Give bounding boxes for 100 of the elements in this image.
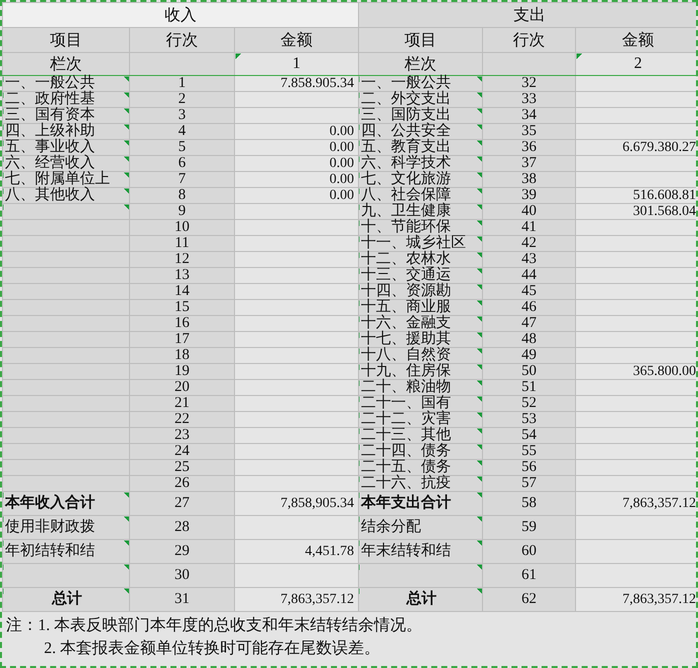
- line-number-cell: 28: [130, 516, 234, 540]
- line-number-cell: 5: [130, 140, 234, 156]
- column-header: 行次: [482, 28, 576, 52]
- item-cell: 二、外交支出: [358, 92, 482, 108]
- note-text: 注：1. 本表反映部门本年度的总收支和年末结转结余情况。: [6, 616, 423, 636]
- note-text: 2. 本套报表金额单位转换时可能存在尾数误差。: [43, 638, 381, 659]
- line-number-cell: 12: [130, 252, 234, 268]
- item-cell: 使用非财政拨: [2, 516, 130, 540]
- item-cell: 一、一般公共: [2, 76, 130, 92]
- line-number-cell: 40: [482, 204, 576, 220]
- line-number-cell: 53: [482, 412, 576, 428]
- line-number-cell: 46: [482, 300, 576, 316]
- line-number-cell: 16: [130, 316, 234, 332]
- line-number-cell: 10: [130, 220, 234, 236]
- column-number: 2: [576, 52, 696, 76]
- item-cell: 三、国防支出: [358, 108, 482, 124]
- item-cell: 结余分配: [358, 516, 482, 540]
- line-number-cell: 41: [482, 220, 576, 236]
- line-number-cell: 26: [130, 476, 234, 492]
- line-number-cell: 2: [130, 92, 234, 108]
- line-number-cell: 47: [482, 316, 576, 332]
- line-number-cell: 27: [130, 492, 234, 516]
- line-number-cell: 20: [130, 380, 234, 396]
- item-cell: 四、公共安全: [358, 124, 482, 140]
- line-number-cell: 14: [130, 284, 234, 300]
- line-number-cell: 34: [482, 108, 576, 124]
- line-number-cell: 17: [130, 332, 234, 348]
- item-cell: 七、文化旅游: [358, 172, 482, 188]
- amount-cell: 7,863,357.12: [576, 588, 696, 612]
- line-number-cell: 24: [130, 444, 234, 460]
- amount-cell: 0.00: [234, 124, 358, 140]
- amount-cell: 0.00: [234, 140, 358, 156]
- line-number-cell: 48: [482, 332, 576, 348]
- item-cell: 十九、住房保: [358, 364, 482, 380]
- column-header: 项目: [358, 28, 482, 52]
- item-cell: 三、国有资本: [2, 108, 130, 124]
- item-cell: 十六、金融支: [358, 316, 482, 332]
- item-cell: 二十五、债务: [358, 460, 482, 476]
- item-cell: 九、卫生健康: [358, 204, 482, 220]
- line-number-cell: 8: [130, 188, 234, 204]
- item-cell: 七、附属单位上: [2, 172, 130, 188]
- amount-cell: 0.00: [234, 188, 358, 204]
- item-cell: 二十、粮油物: [358, 380, 482, 396]
- amount-cell: 0.00: [234, 156, 358, 172]
- line-number-cell: 30: [130, 564, 234, 588]
- amount-cell: 7.858.905.34: [234, 76, 358, 92]
- item-cell: 八、其他收入: [2, 188, 130, 204]
- section-header: 支出: [358, 2, 696, 28]
- amount-cell: 6.679.380.27: [576, 140, 696, 156]
- amount-cell: 516.608.81: [576, 188, 696, 204]
- item-cell: 五、教育支出: [358, 140, 482, 156]
- line-number-cell: 15: [130, 300, 234, 316]
- line-number-cell: 29: [130, 540, 234, 564]
- item-cell: 年末结转和结: [358, 540, 482, 564]
- amount-cell: 7,863,357.12: [576, 492, 696, 516]
- line-number-cell: 31: [130, 588, 234, 612]
- column-header: 金额: [234, 28, 358, 52]
- line-number-cell: 13: [130, 268, 234, 284]
- item-cell: 总计: [358, 588, 482, 612]
- section-header: 收入: [2, 2, 358, 28]
- item-cell: 二十一、国有: [358, 396, 482, 412]
- item-cell: 十四、资源勘: [358, 284, 482, 300]
- line-number-cell: 42: [482, 236, 576, 252]
- column-header: 行次: [130, 28, 234, 52]
- line-number-cell: 44: [482, 268, 576, 284]
- amount-cell: 0.00: [234, 172, 358, 188]
- line-number-cell: 19: [130, 364, 234, 380]
- amount-cell: 365.800.00: [576, 364, 696, 380]
- line-number-cell: 56: [482, 460, 576, 476]
- line-number-cell: 43: [482, 252, 576, 268]
- line-number-cell: 23: [130, 428, 234, 444]
- line-number-cell: 21: [130, 396, 234, 412]
- column-number-label: 栏次: [358, 52, 482, 76]
- line-number-cell: 51: [482, 380, 576, 396]
- line-number-cell: 59: [482, 516, 576, 540]
- line-number-cell: 32: [482, 76, 576, 92]
- amount-cell: 7,863,357.12: [234, 588, 358, 612]
- line-number-cell: 54: [482, 428, 576, 444]
- line-number-cell: 50: [482, 364, 576, 380]
- item-cell: 年初结转和结: [2, 540, 130, 564]
- column-number: 1: [234, 52, 358, 76]
- item-cell: 五、事业收入: [2, 140, 130, 156]
- column-header: 金额: [576, 28, 696, 52]
- item-cell: 二十三、其他: [358, 428, 482, 444]
- item-cell: 总计: [2, 588, 130, 612]
- item-cell: 十、节能环保: [358, 220, 482, 236]
- line-number-cell: 62: [482, 588, 576, 612]
- item-cell: 四、上级补助: [2, 124, 130, 140]
- line-number-cell: 60: [482, 540, 576, 564]
- item-cell: 十二、农林水: [358, 252, 482, 268]
- item-cell: 二十四、债务: [358, 444, 482, 460]
- line-number-cell: 1: [130, 76, 234, 92]
- item-cell: 六、科学技术: [358, 156, 482, 172]
- line-number-cell: 61: [482, 564, 576, 588]
- item-cell: 一、一般公共: [358, 76, 482, 92]
- line-number-cell: 45: [482, 284, 576, 300]
- line-number-cell: 49: [482, 348, 576, 364]
- item-cell: 二十六、抗疫: [358, 476, 482, 492]
- column-header: 项目: [2, 28, 130, 52]
- item-cell: 本年收入合计: [2, 492, 130, 516]
